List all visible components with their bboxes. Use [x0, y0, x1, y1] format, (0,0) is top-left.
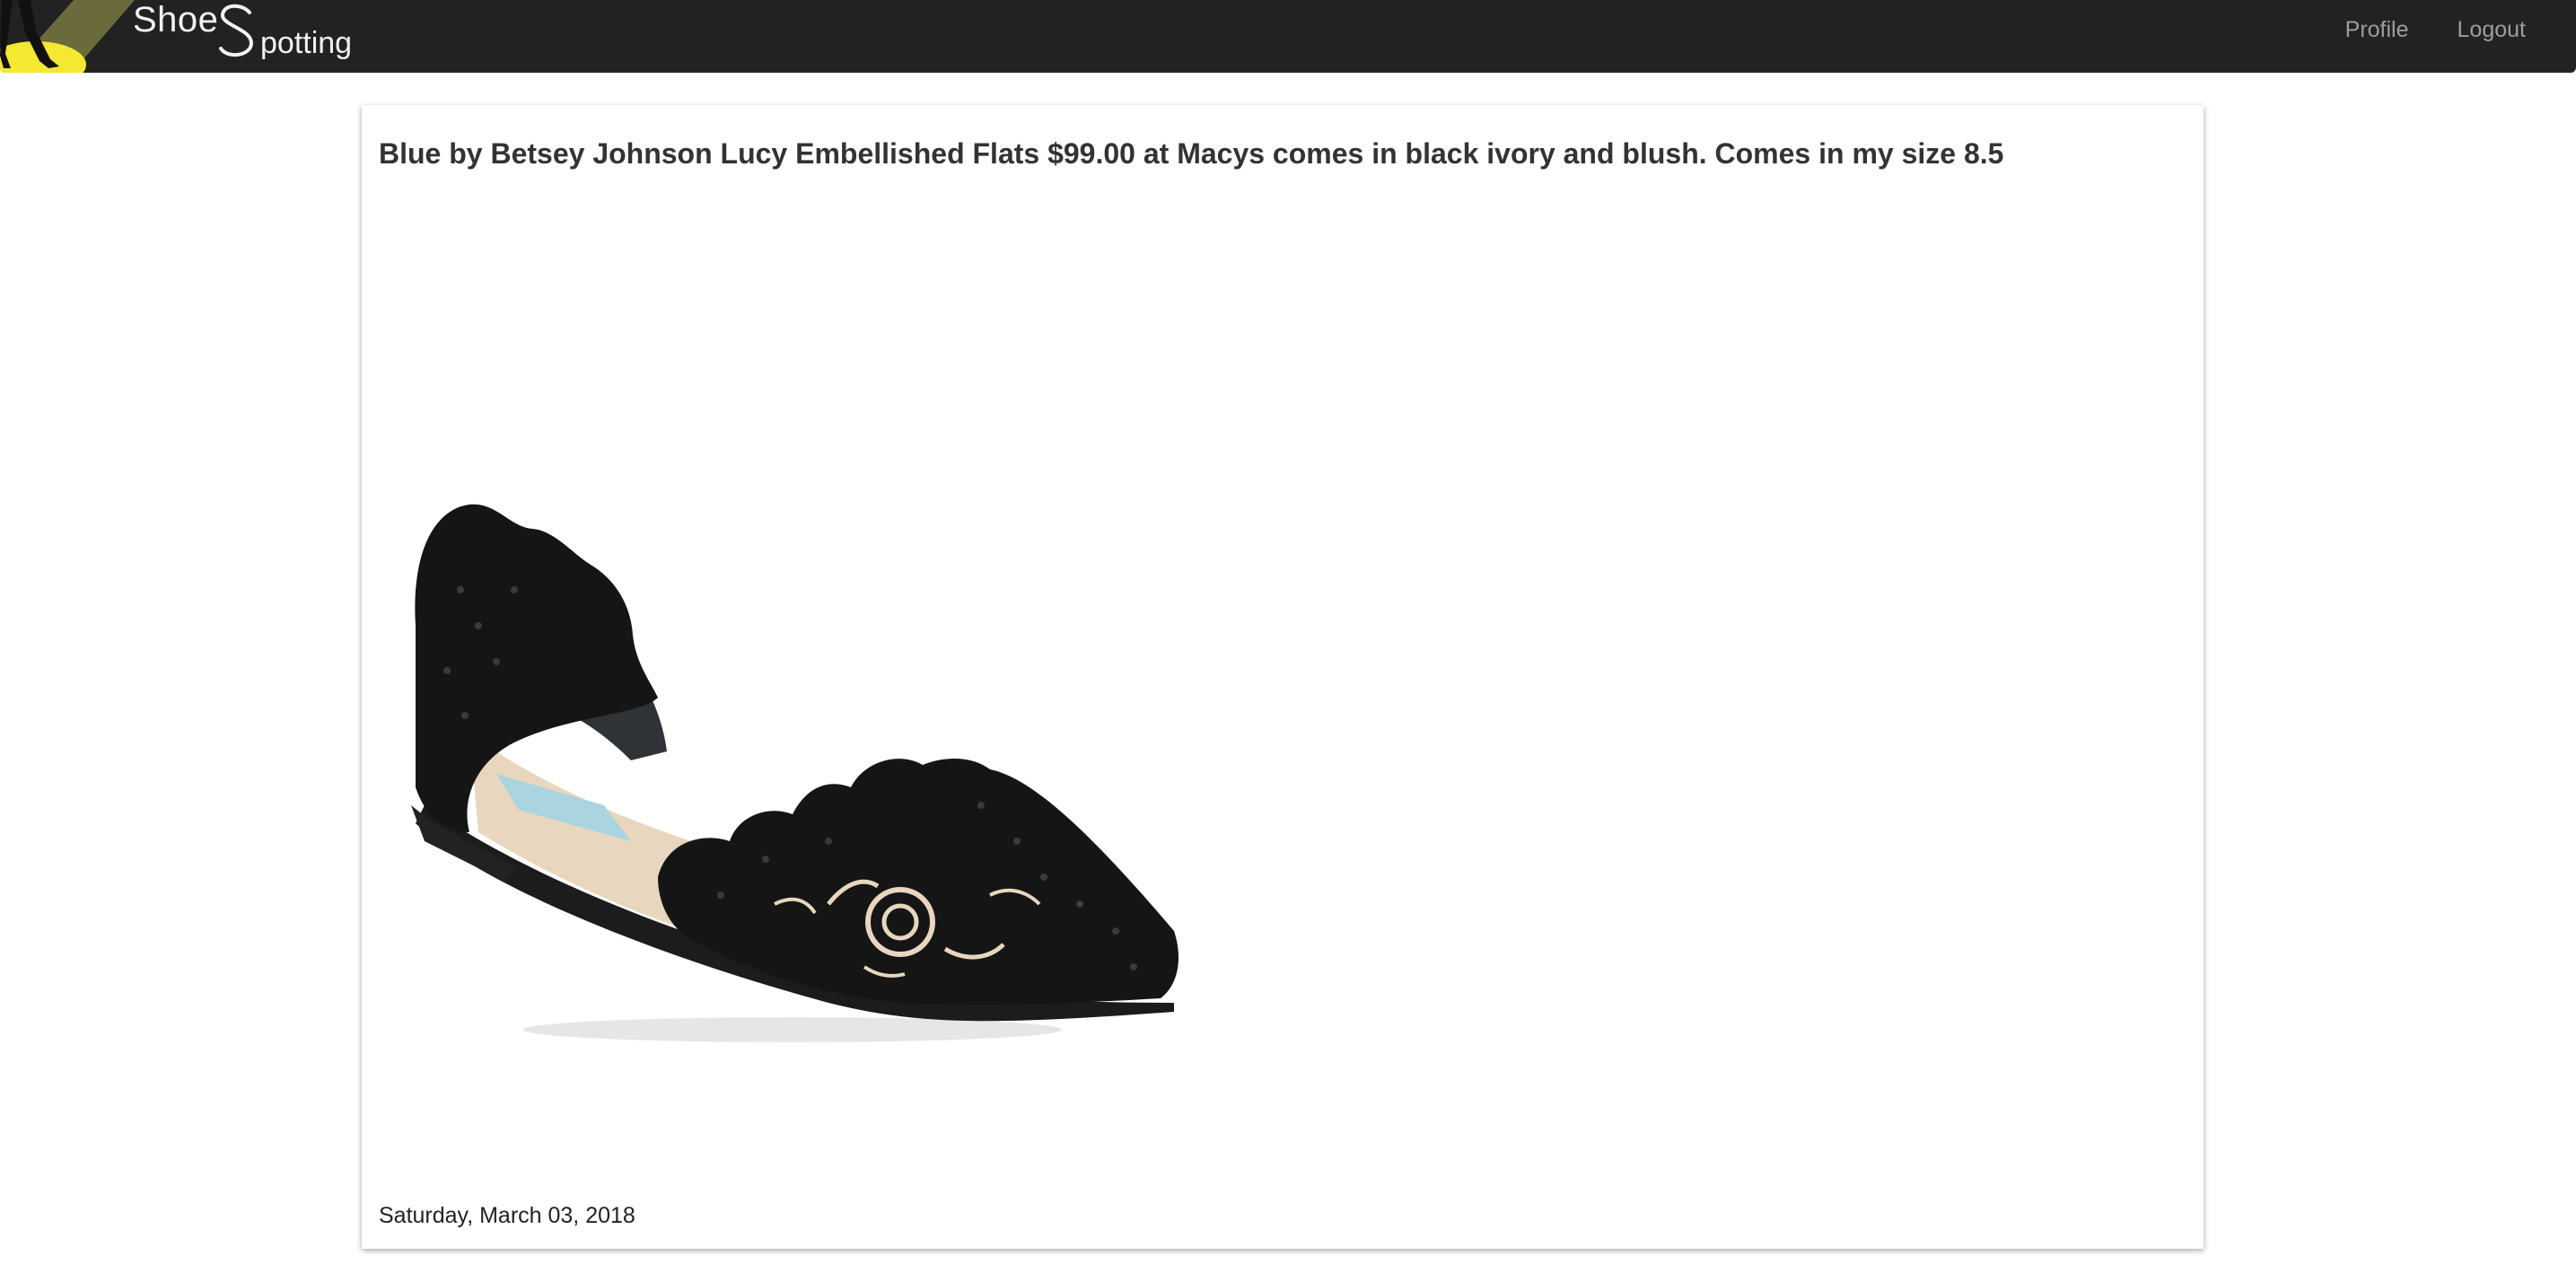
nav-profile-link[interactable]: Profile — [2345, 17, 2409, 43]
post-date: Saturday, March 03, 2018 — [379, 1203, 635, 1228]
shoe-illustration — [411, 504, 1178, 1042]
brand-word-potting: potting — [260, 26, 353, 60]
post-shoe-image — [362, 213, 1223, 1155]
top-navbar: Shoe potting Profile Logout — [0, 0, 2576, 73]
spotlight-legs-logo-icon — [0, 0, 135, 73]
brand-swirl-s-icon — [219, 4, 254, 57]
brand-wordmark: Shoe potting — [133, 0, 366, 73]
brand-word-shoe: Shoe — [133, 0, 219, 40]
nav-logout-link[interactable]: Logout — [2458, 17, 2526, 43]
nav-links: Profile Logout — [2345, 0, 2526, 59]
post-card: Blue by Betsey Johnson Lucy Embellished … — [362, 105, 2204, 1249]
brand-home-link[interactable]: Shoe potting — [0, 0, 377, 73]
post-title: Blue by Betsey Johnson Lucy Embellished … — [379, 137, 2004, 170]
